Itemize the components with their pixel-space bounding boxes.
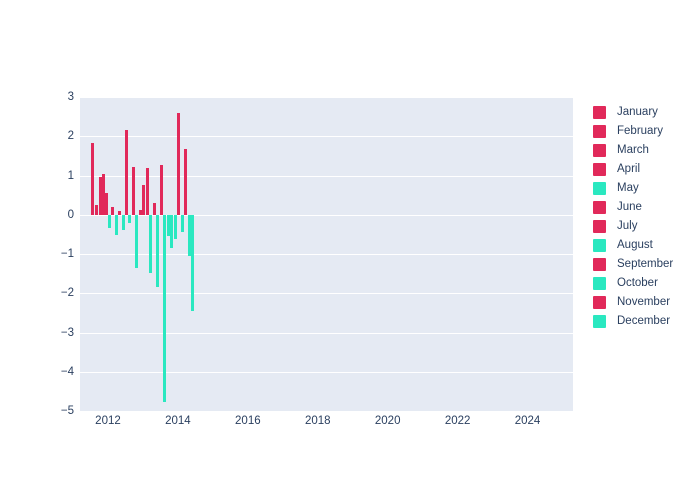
legend-swatch-icon xyxy=(593,125,606,138)
x-axis-tick-label: 2024 xyxy=(514,415,541,427)
legend-swatch-icon xyxy=(593,315,606,328)
legend-swatch-icon xyxy=(593,239,606,252)
legend-swatch-icon xyxy=(593,163,606,176)
gridline xyxy=(80,136,573,138)
bar[interactable] xyxy=(131,166,135,215)
legend-item[interactable]: April xyxy=(593,160,697,179)
zero-gridline xyxy=(80,214,573,216)
bar[interactable] xyxy=(128,214,132,224)
legend-swatch-icon xyxy=(593,182,606,195)
bar[interactable] xyxy=(159,164,163,215)
legend-item-label: December xyxy=(617,314,671,327)
legend-item-label: January xyxy=(617,105,658,118)
gridline xyxy=(80,97,573,98)
legend-item[interactable]: July xyxy=(593,217,697,236)
legend-item[interactable]: March xyxy=(593,141,697,160)
legend-item-label: April xyxy=(617,162,641,175)
legend-item-label: February xyxy=(617,124,664,137)
legend-item-label: May xyxy=(617,181,639,194)
legend-item-label: September xyxy=(617,257,674,270)
legend-swatch-icon xyxy=(593,220,606,233)
x-axis-tick-label: 2014 xyxy=(165,415,191,427)
legend-item[interactable]: September xyxy=(593,255,697,274)
legend-item[interactable]: August xyxy=(593,236,697,255)
bar[interactable] xyxy=(180,214,184,233)
bar[interactable] xyxy=(114,214,118,236)
y-axis-tick-label: −1 xyxy=(60,248,74,260)
legend-item-label: June xyxy=(617,200,642,213)
legend-swatch-icon xyxy=(593,277,606,290)
legend-item[interactable]: February xyxy=(593,122,697,141)
legend-item-label: July xyxy=(617,219,638,232)
legend-swatch-icon xyxy=(593,106,606,119)
x-axis-tick-label: 2020 xyxy=(374,415,401,427)
bar[interactable] xyxy=(152,202,156,215)
y-axis-tick-label: 3 xyxy=(67,91,74,103)
y-axis-tick-label: −2 xyxy=(60,287,74,300)
x-axis-tick-label: 2012 xyxy=(95,415,121,427)
legend-swatch-icon xyxy=(593,296,606,309)
legend-item-label: August xyxy=(617,238,653,251)
bar[interactable] xyxy=(145,168,149,215)
legend-swatch-icon xyxy=(593,201,606,214)
bar[interactable] xyxy=(105,193,109,215)
legend-item[interactable]: June xyxy=(593,198,697,217)
gridline xyxy=(80,332,573,334)
y-axis-tick-label: −5 xyxy=(60,405,74,417)
legend-item[interactable]: May xyxy=(593,179,697,198)
bar[interactable] xyxy=(173,214,177,240)
legend-swatch-icon xyxy=(593,144,606,157)
gridline xyxy=(80,175,573,177)
legend-item[interactable]: January xyxy=(593,103,697,122)
legend-item[interactable]: November xyxy=(593,293,697,312)
y-axis-tick-label: 0 xyxy=(67,208,74,221)
gridline xyxy=(80,371,573,373)
bar-chart: 3 2 1 0 −1 −2 −3 −4 −5 2012 2014 2016 2018 2020 2022 2… xyxy=(0,0,700,500)
y-axis-tick-label: 1 xyxy=(67,169,74,182)
bar[interactable] xyxy=(90,143,94,215)
chart-legend: January February March April May June July Augu… xyxy=(593,103,697,331)
y-axis-tick-label: 2 xyxy=(67,130,74,143)
x-axis-tick-label: 2016 xyxy=(235,415,261,427)
plot-area xyxy=(80,97,573,411)
y-axis-tick-label: −4 xyxy=(60,365,74,378)
legend-item-label: November xyxy=(617,295,671,308)
bar[interactable] xyxy=(121,214,125,230)
legend-item[interactable]: October xyxy=(593,274,697,293)
y-axis-tick-label: −3 xyxy=(60,326,74,339)
bar[interactable] xyxy=(163,214,167,403)
bar[interactable] xyxy=(177,113,181,215)
y-axis: 3 2 1 0 −1 −2 −3 −4 −5 xyxy=(0,91,74,417)
x-axis: 2012 2014 2016 2018 2020 2022 2024 xyxy=(80,415,573,441)
legend-swatch-icon xyxy=(593,258,606,271)
x-axis-tick-label: 2018 xyxy=(304,415,331,427)
gridline xyxy=(80,254,573,255)
bar[interactable] xyxy=(184,148,188,215)
bar[interactable] xyxy=(191,214,195,311)
legend-item-label: October xyxy=(617,276,658,289)
bar[interactable] xyxy=(156,214,160,287)
gridline xyxy=(80,293,573,295)
legend-item-label: March xyxy=(617,143,649,156)
bar[interactable] xyxy=(149,214,153,273)
bar[interactable] xyxy=(124,130,128,215)
bar[interactable] xyxy=(111,206,115,215)
bar[interactable] xyxy=(135,214,139,268)
bar[interactable] xyxy=(108,214,112,229)
legend-item[interactable]: December xyxy=(593,312,697,331)
x-axis-tick-label: 2022 xyxy=(444,415,471,427)
